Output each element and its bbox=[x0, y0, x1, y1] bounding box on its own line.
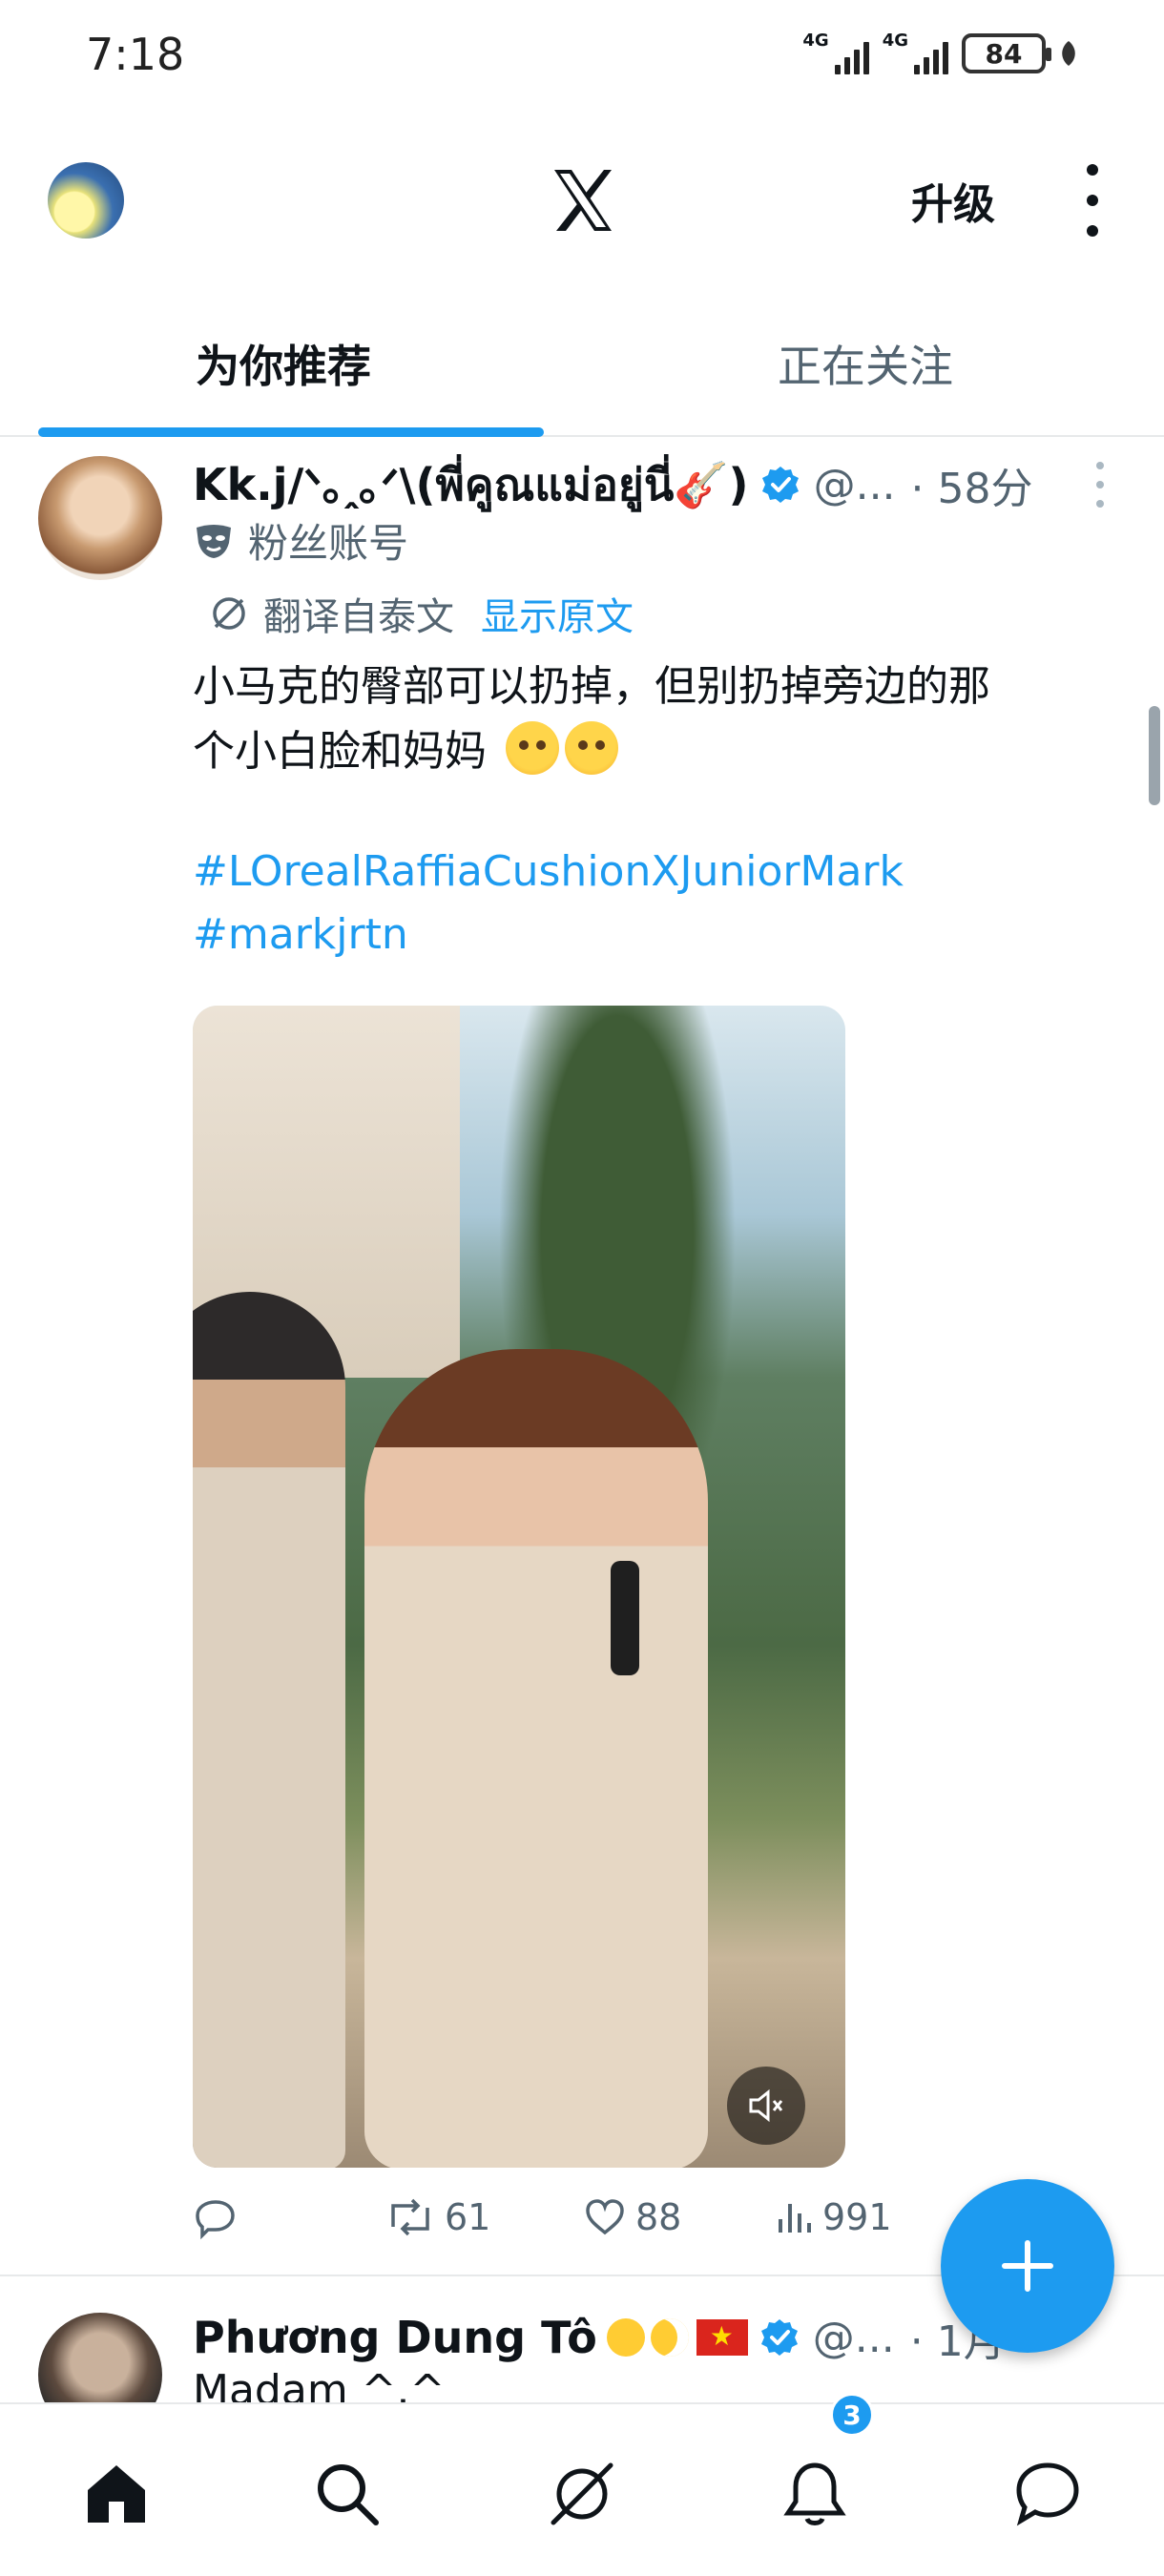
search-icon[interactable] bbox=[311, 2458, 384, 2530]
reply-button[interactable] bbox=[193, 2194, 239, 2240]
tweet-text-line-2: 个小白脸和妈妈 bbox=[193, 727, 487, 776]
holding-back-tears-emoji-icon bbox=[506, 721, 559, 775]
fan-account-text: 粉丝账号 bbox=[248, 520, 409, 567]
battery-level: 84 bbox=[985, 37, 1023, 70]
holding-back-tears-emoji-icon-2 bbox=[565, 721, 618, 775]
translated-from-text: 翻译自泰文 bbox=[263, 595, 454, 639]
power-saving-leaf-icon bbox=[1062, 41, 1075, 66]
translation-row: 翻译自泰文 显示原文 bbox=[208, 586, 634, 641]
tweet-author-name[interactable]: Kk.j/ᐠ｡ꞈ｡ᐟ\(พี่คูณแม่อยู่นี่🎸) bbox=[193, 450, 749, 520]
translate-icon bbox=[213, 597, 245, 630]
speaker-muted-icon bbox=[749, 2088, 783, 2123]
status-bar: 7:18 4G 4G 84 bbox=[0, 0, 1164, 114]
tweet-text: 小马克的臀部可以扔掉，但别扔掉旁边的那 个小白脸和妈妈 bbox=[193, 654, 1109, 784]
compose-post-button[interactable] bbox=[941, 2179, 1114, 2353]
tab-for-you[interactable]: 为你推荐 bbox=[196, 332, 371, 395]
verified-badge-icon bbox=[761, 467, 799, 503]
vietnam-flag-emoji-icon bbox=[696, 2319, 748, 2356]
status-icons: 4G 4G 84 bbox=[802, 32, 1078, 74]
theater-mask-icon bbox=[197, 524, 231, 558]
home-icon[interactable] bbox=[80, 2458, 153, 2530]
hashtag-link-2[interactable]: #markjrtn bbox=[193, 910, 408, 959]
tweet-video[interactable] bbox=[193, 1006, 845, 2168]
grok-icon[interactable] bbox=[546, 2458, 618, 2530]
status-time: 7:18 bbox=[86, 29, 185, 80]
show-original-link[interactable]: 显示原文 bbox=[481, 586, 634, 641]
signal-4g-icon: 4G bbox=[802, 32, 869, 74]
hashtag-link-1[interactable]: #LOrealRaffiaCushionXJuniorMark bbox=[193, 847, 904, 896]
tweet-header: Kk.j/ᐠ｡ꞈ｡ᐟ\(พี่คูณแม่อยู่นี่🎸) @... · 58… bbox=[193, 454, 1128, 515]
views-button[interactable]: 991 bbox=[773, 2194, 892, 2240]
more-options-icon[interactable] bbox=[1078, 164, 1107, 237]
fan-account-label: 粉丝账号 bbox=[193, 511, 408, 570]
signal-4g-icon-2: 4G bbox=[883, 32, 948, 74]
like-count: 88 bbox=[635, 2196, 682, 2238]
tab-following[interactable]: 正在关注 bbox=[778, 332, 953, 395]
views-chart-icon bbox=[779, 2204, 811, 2233]
x-logo-icon[interactable] bbox=[549, 166, 617, 235]
sun-emoji-icon bbox=[606, 2318, 645, 2357]
tweet-text-line-1: 小马克的臀部可以扔掉，但别扔掉旁边的那 bbox=[193, 662, 990, 711]
scrollbar-thumb[interactable] bbox=[1149, 706, 1160, 805]
upgrade-button[interactable]: 升级 bbox=[911, 170, 995, 231]
like-button[interactable]: 88 bbox=[582, 2194, 681, 2240]
notifications-badge: 3 bbox=[830, 2393, 874, 2437]
top-bar: 升级 bbox=[0, 134, 1164, 267]
bottom-navigation bbox=[0, 2402, 1164, 2576]
messages-icon[interactable] bbox=[1011, 2458, 1084, 2530]
mute-toggle-button[interactable] bbox=[727, 2067, 805, 2145]
tweet2-author-handle[interactable]: @... bbox=[813, 2314, 895, 2362]
verified-badge-icon-2 bbox=[760, 2319, 798, 2356]
view-count: 991 bbox=[822, 2196, 892, 2238]
crescent-moon-emoji-icon bbox=[650, 2318, 689, 2357]
tweet-more-icon[interactable] bbox=[1093, 462, 1107, 508]
battery-icon: 84 bbox=[962, 33, 1051, 73]
tweet-text-line-2-wrap: 个小白脸和妈妈 bbox=[193, 719, 1109, 784]
retweet-button[interactable]: 61 bbox=[384, 2194, 490, 2240]
notifications-bell-icon[interactable] bbox=[779, 2458, 851, 2530]
reply-icon bbox=[196, 2200, 235, 2240]
tweet2-author-name[interactable]: Phương Dung Tô bbox=[193, 2312, 597, 2363]
video-scene-person bbox=[364, 1349, 708, 2168]
tweet-author-avatar[interactable] bbox=[38, 456, 162, 580]
video-scene-person-left bbox=[193, 1292, 345, 2168]
retweet-icon bbox=[391, 2198, 429, 2236]
profile-avatar-button[interactable] bbox=[48, 162, 124, 239]
tweet-author-handle[interactable]: @... bbox=[814, 461, 896, 509]
retweet-count: 61 bbox=[445, 2196, 491, 2238]
video-scene-microphone bbox=[611, 1561, 639, 1675]
heart-icon bbox=[586, 2199, 624, 2235]
timeline-tabs: 为你推荐 正在关注 bbox=[0, 305, 1164, 437]
active-tab-indicator bbox=[38, 427, 544, 437]
tweet-timestamp[interactable]: · 58分 bbox=[911, 454, 1033, 515]
plus-icon bbox=[1002, 2240, 1053, 2292]
